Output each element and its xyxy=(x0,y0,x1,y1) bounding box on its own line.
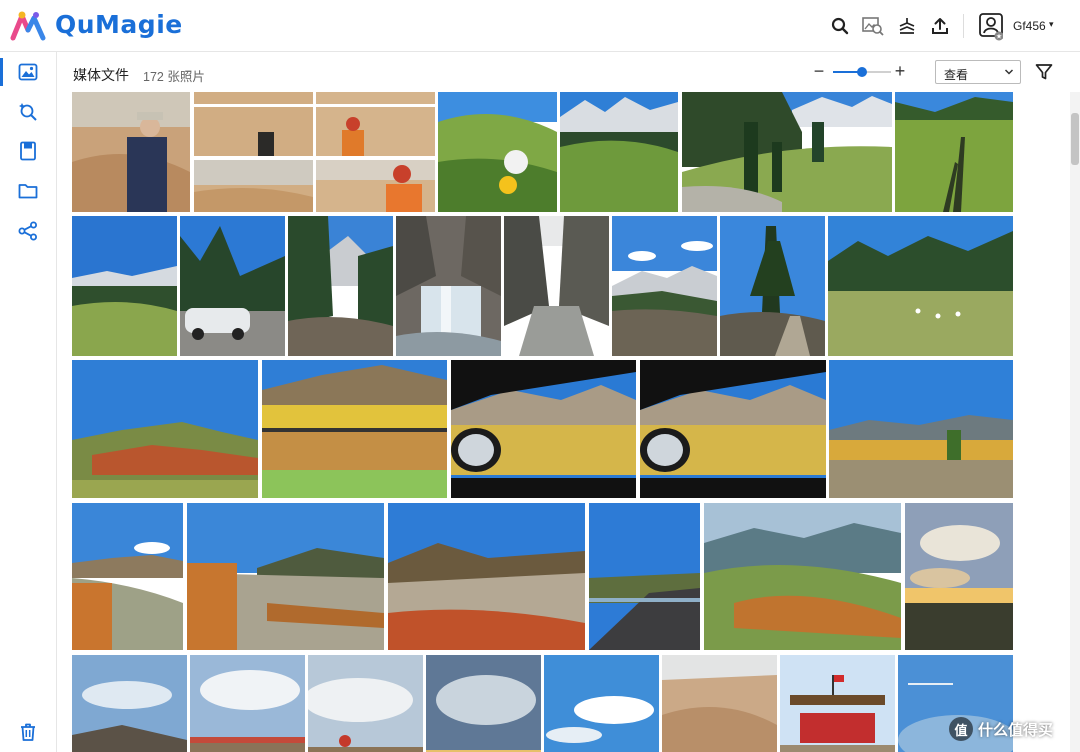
zoom-slider-handle[interactable] xyxy=(857,67,867,77)
photo-thumbnail[interactable] xyxy=(662,655,777,752)
user-name[interactable]: Gf456 xyxy=(1013,19,1046,33)
photo-thumbnail[interactable] xyxy=(396,216,501,356)
photo-thumbnail[interactable] xyxy=(828,216,1013,356)
svg-text:★: ★ xyxy=(996,33,1002,41)
photo-thumbnail[interactable] xyxy=(72,503,183,650)
folder-icon[interactable] xyxy=(16,179,40,203)
photo-count: 172 张照片 xyxy=(143,70,205,84)
photo-thumbnail[interactable] xyxy=(720,216,825,356)
photo-thumbnail[interactable] xyxy=(544,655,659,752)
photo-thumbnail[interactable] xyxy=(426,655,541,752)
watermark-text: 什么值得买 xyxy=(978,721,1054,739)
scrollbar-track[interactable] xyxy=(1070,92,1080,752)
user-avatar-icon[interactable]: ★ xyxy=(979,13,1003,41)
user-menu-caret[interactable]: ▾ xyxy=(1049,19,1054,30)
search-icon[interactable] xyxy=(827,13,853,39)
photo-thumbnail[interactable] xyxy=(451,360,636,498)
header-divider xyxy=(963,14,964,38)
photos-icon[interactable] xyxy=(16,60,40,84)
sidebar-active-indicator xyxy=(0,58,3,86)
photo-thumbnail[interactable] xyxy=(612,216,717,356)
photo-thumbnail[interactable] xyxy=(589,503,700,650)
smart-album-icon[interactable] xyxy=(16,99,40,123)
photo-thumbnail[interactable] xyxy=(308,655,423,752)
photo-thumbnail[interactable] xyxy=(905,503,1013,650)
album-icon[interactable] xyxy=(16,139,40,163)
page-title: 媒体文件 xyxy=(73,67,129,83)
filter-icon[interactable] xyxy=(1035,63,1053,81)
photo-thumbnail[interactable] xyxy=(187,503,384,650)
photo-thumbnail[interactable] xyxy=(504,216,609,356)
zoom-out-button[interactable]: − xyxy=(811,61,827,82)
view-select-label: 查看 xyxy=(944,68,969,82)
toolbar: 媒体文件 172 张照片 − + 查看 xyxy=(57,52,1080,92)
app-header: QuMagie ★ Gf456 ▾ xyxy=(0,0,1080,52)
photo-thumbnail[interactable] xyxy=(194,92,313,212)
zoom-in-button[interactable]: + xyxy=(892,61,908,82)
zoom-slider[interactable] xyxy=(833,67,891,77)
photo-thumbnail[interactable] xyxy=(704,503,901,650)
share-icon[interactable] xyxy=(16,219,40,243)
photo-thumbnail[interactable] xyxy=(288,216,393,356)
photo-thumbnail[interactable] xyxy=(438,92,557,212)
scrollbar-thumb[interactable] xyxy=(1071,113,1079,165)
chevron-down-icon xyxy=(1004,69,1014,75)
upload-icon[interactable] xyxy=(927,13,953,39)
photo-thumbnail[interactable] xyxy=(72,360,258,498)
photo-thumbnail[interactable] xyxy=(72,92,190,212)
trash-icon[interactable] xyxy=(16,720,40,744)
qumagie-logo-icon[interactable] xyxy=(10,10,46,42)
app-brand: QuMagie xyxy=(55,10,183,39)
photo-thumbnail[interactable] xyxy=(262,360,447,498)
photo-thumbnail[interactable] xyxy=(682,92,892,212)
photo-thumbnail[interactable] xyxy=(316,92,435,212)
photo-thumbnail[interactable] xyxy=(560,92,678,212)
photo-thumbnail[interactable] xyxy=(180,216,285,356)
photo-thumbnail[interactable] xyxy=(829,360,1013,498)
photo-thumbnail[interactable] xyxy=(72,216,177,356)
photo-thumbnail[interactable] xyxy=(72,655,187,752)
photo-thumbnail[interactable] xyxy=(780,655,895,752)
photo-thumbnail[interactable] xyxy=(190,655,305,752)
image-search-icon[interactable] xyxy=(860,13,886,39)
photo-thumbnail[interactable] xyxy=(640,360,826,498)
watermark-badge: 值 xyxy=(949,717,973,741)
photo-thumbnail[interactable] xyxy=(895,92,1013,212)
photo-thumbnail[interactable] xyxy=(388,503,585,650)
site-watermark: 值 什么值得买 xyxy=(949,716,1053,742)
view-select[interactable]: 查看 xyxy=(935,60,1021,84)
photo-grid xyxy=(57,92,1070,752)
stack-icon[interactable] xyxy=(894,13,920,39)
sidebar xyxy=(0,52,57,752)
